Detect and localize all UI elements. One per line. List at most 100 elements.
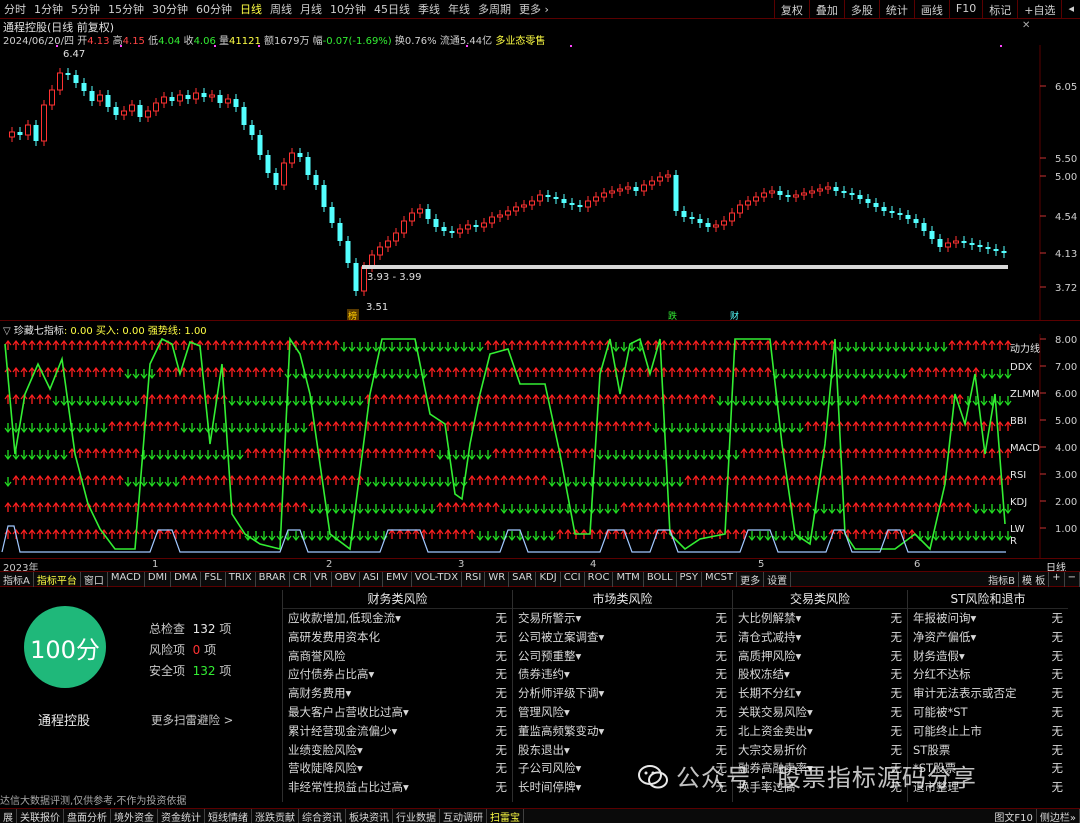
period-tab-11[interactable]: 季线	[414, 3, 444, 16]
tool-button-6[interactable]: 标记	[982, 0, 1017, 19]
indicator-tab-17[interactable]: SAR	[509, 571, 537, 587]
indicator-tab-11[interactable]: OBV	[332, 571, 360, 587]
indicator-tab-6[interactable]: FSL	[201, 571, 226, 587]
event-marker-bang[interactable]: 榜	[348, 310, 357, 320]
risk-item[interactable]: 营收陡降风险▾ 无	[283, 759, 512, 778]
indicator-tab-15[interactable]: RSI	[462, 571, 486, 587]
footer-right-0[interactable]: 图文F10	[991, 808, 1037, 823]
indicator-tab-7[interactable]: TRIX	[226, 571, 256, 587]
indicator-tab-right-2[interactable]: +	[1049, 571, 1065, 587]
tool-button-0[interactable]: 复权	[773, 0, 809, 19]
tool-button-4[interactable]: 画线	[913, 0, 949, 19]
risk-item[interactable]: 股权冻结▾ 无	[733, 665, 907, 684]
footer-tab-9[interactable]: 行业数据	[393, 808, 440, 823]
indicator-tab-23[interactable]: PSY	[677, 571, 703, 587]
risk-item[interactable]: 公司被立案调查▾ 无	[513, 628, 732, 647]
risk-item[interactable]: ST股票 无	[908, 741, 1068, 760]
period-tab-1[interactable]: 1分钟	[30, 3, 67, 16]
indicator-tab-1[interactable]: 指标平台	[34, 571, 81, 587]
indicator-tab-16[interactable]: WR	[485, 571, 510, 587]
indicator-tab-24[interactable]: MCST	[702, 571, 738, 587]
indicator-tab-21[interactable]: MTM	[613, 571, 644, 587]
footer-tab-7[interactable]: 综合资讯	[299, 808, 346, 823]
footer-tab-8[interactable]: 板块资讯	[346, 808, 393, 823]
risk-item[interactable]: 累计经营现金流偏少▾ 无	[283, 722, 512, 741]
event-marker-die[interactable]: 跌	[668, 311, 677, 320]
tool-button-7[interactable]: +自选	[1017, 0, 1061, 19]
risk-item[interactable]: 年报被问询▾ 无	[908, 609, 1068, 628]
risk-item[interactable]: 高财务费用▾ 无	[283, 684, 512, 703]
risk-item[interactable]: 高质押风险▾ 无	[733, 647, 907, 666]
risk-item[interactable]: 财务造假▾ 无	[908, 647, 1068, 666]
indicator-tab-8[interactable]: BRAR	[256, 571, 290, 587]
event-marker-cai[interactable]: 财	[730, 310, 739, 320]
price-chart[interactable]: 6.05 5.50 5.00 4.54 4.13 3.72 3.93 - 3.99 6.4…	[0, 45, 1080, 320]
risk-item[interactable]: 非经常性损益占比过高▾ 无	[283, 778, 512, 797]
tool-button-5[interactable]: F10	[948, 0, 982, 19]
period-tab-9[interactable]: 10分钟	[326, 3, 370, 16]
period-tab-14[interactable]: 更多 ›	[515, 3, 553, 16]
risk-item[interactable]: 分红不达标 无	[908, 665, 1068, 684]
indicator-tab-14[interactable]: VOL-TDX	[412, 571, 463, 587]
risk-item[interactable]: 公司预重整▾ 无	[513, 647, 732, 666]
period-tab-7[interactable]: 周线	[266, 3, 296, 16]
risk-item[interactable]: 大比例解禁▾ 无	[733, 609, 907, 628]
indicator-tab-12[interactable]: ASI	[360, 571, 383, 587]
indicator-tab-3[interactable]: MACD	[108, 571, 145, 587]
footer-tab-11[interactable]: 扫雷宝	[487, 808, 524, 823]
indicator-tab-5[interactable]: DMA	[171, 571, 202, 587]
period-tab-4[interactable]: 30分钟	[148, 3, 192, 16]
risk-item[interactable]: 净资产偏低▾ 无	[908, 628, 1068, 647]
risk-item[interactable]: 董监高频繁变动▾ 无	[513, 722, 732, 741]
risk-item[interactable]: 股东退出▾ 无	[513, 741, 732, 760]
period-tab-10[interactable]: 45日线	[370, 3, 414, 16]
indicator-tab-13[interactable]: EMV	[383, 571, 412, 587]
indicator-tab-22[interactable]: BOLL	[644, 571, 677, 587]
footer-tab-4[interactable]: 资金统计	[158, 808, 205, 823]
footer-tab-3[interactable]: 境外资金	[111, 808, 158, 823]
risk-item[interactable]: 关联交易风险▾ 无	[733, 703, 907, 722]
period-tab-3[interactable]: 15分钟	[104, 3, 148, 16]
risk-item[interactable]: 管理风险▾ 无	[513, 703, 732, 722]
indicator-tab-26[interactable]: 设置	[764, 571, 792, 587]
period-tab-6[interactable]: 日线	[236, 3, 266, 16]
indicator-tab-20[interactable]: ROC	[585, 571, 614, 587]
indicator-tab-9[interactable]: CR	[290, 571, 311, 587]
period-tab-12[interactable]: 年线	[444, 3, 474, 16]
indicator-tab-right-3[interactable]: −	[1065, 571, 1080, 587]
period-tab-2[interactable]: 5分钟	[67, 3, 104, 16]
indicator-tab-2[interactable]: 窗口	[81, 571, 108, 587]
footer-tab-10[interactable]: 互动调研	[440, 808, 487, 823]
footer-tab-1[interactable]: 关联报价	[17, 808, 64, 823]
indicator-tab-10[interactable]: VR	[311, 571, 332, 587]
indicator-chart[interactable]: 8.00 7.00 6.00 5.00 4.00 3.00 2.00 1.00 动力线 DDX Z…	[0, 334, 1080, 558]
indicator-tab-19[interactable]: CCI	[561, 571, 585, 587]
period-tab-8[interactable]: 月线	[296, 3, 326, 16]
indicator-tab-right-0[interactable]: 指标B	[985, 571, 1020, 587]
risk-item[interactable]: 审计无法表示或否定 无	[908, 684, 1068, 703]
risk-item[interactable]: 债券违约▾ 无	[513, 665, 732, 684]
indicator-tab-25[interactable]: 更多	[737, 571, 765, 587]
risk-item[interactable]: 大宗交易折价 无	[733, 741, 907, 760]
footer-tab-5[interactable]: 短线情绪	[205, 808, 252, 823]
risk-item[interactable]: 业绩变脸风险▾ 无	[283, 741, 512, 760]
period-tab-13[interactable]: 多周期	[474, 3, 515, 16]
tool-button-1[interactable]: 叠加	[808, 0, 844, 19]
risk-item[interactable]: 长期不分红▾ 无	[733, 684, 907, 703]
tool-button-2[interactable]: 多股	[843, 0, 879, 19]
risk-item[interactable]: 分析师评级下调▾ 无	[513, 684, 732, 703]
tool-button-3[interactable]: 统计	[878, 0, 914, 19]
indicator-tab-0[interactable]: 指标A	[0, 571, 34, 587]
indicator-tab-right-1[interactable]: 模 板	[1019, 571, 1050, 587]
footer-tab-0[interactable]: 展	[0, 808, 17, 823]
risk-item[interactable]: 可能终止上市 无	[908, 722, 1068, 741]
risk-item[interactable]: 高研发费用资本化 无	[283, 628, 512, 647]
risk-item[interactable]: 高商誉风险 无	[283, 647, 512, 666]
footer-tab-6[interactable]: 涨跌贡献	[252, 808, 299, 823]
risk-item[interactable]: 清仓式减持▾ 无	[733, 628, 907, 647]
more-scan-link[interactable]: 更多扫雷避险 >	[151, 712, 233, 728]
risk-item[interactable]: 最大客户占营收比过高▾ 无	[283, 703, 512, 722]
footer-right-1[interactable]: 侧边栏»	[1037, 808, 1080, 823]
footer-tab-2[interactable]: 盘面分析	[64, 808, 111, 823]
risk-item[interactable]: 应付债券占比高▾ 无	[283, 665, 512, 684]
